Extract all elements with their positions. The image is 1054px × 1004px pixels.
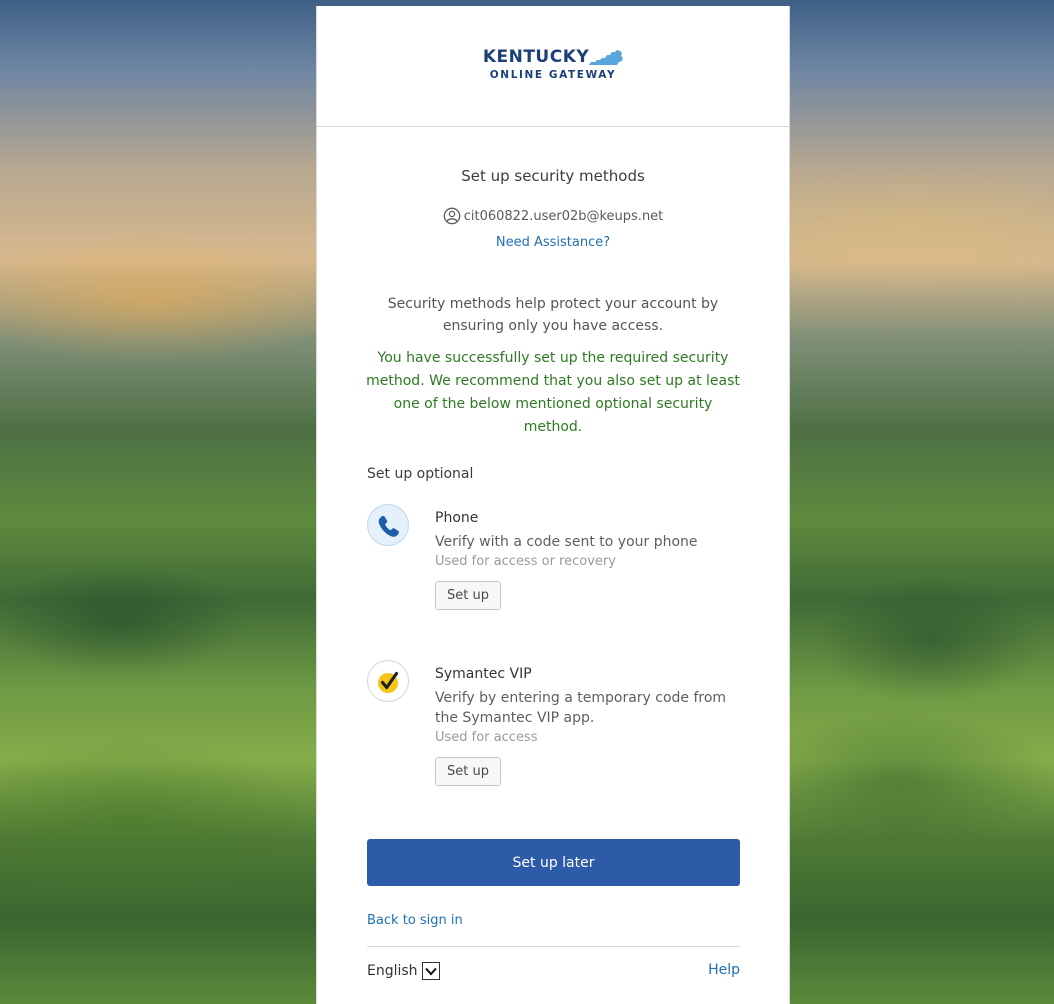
user-identity: cit060822.user02b@keups.net [317, 207, 789, 225]
logo-word: KENTUCKY [482, 46, 590, 67]
user-email: cit060822.user02b@keups.net [463, 208, 664, 224]
back-to-sign-in-link[interactable]: Back to sign in [367, 913, 463, 928]
optional-heading: Set up optional [367, 466, 474, 482]
kentucky-state-icon [589, 49, 624, 65]
symantec-setup-button[interactable]: Set up [435, 757, 501, 786]
success-message: You have successfully set up the require… [366, 350, 740, 435]
method-name: Phone [435, 510, 479, 526]
symantec-checkmark-icon [367, 660, 409, 702]
phone-icon [367, 504, 409, 546]
need-assistance-link[interactable]: Need Assistance? [317, 235, 789, 250]
user-icon [443, 207, 461, 225]
phone-setup-button[interactable]: Set up [435, 581, 501, 610]
method-name: Symantec VIP [435, 666, 532, 682]
method-usage: Used for access or recovery [435, 554, 616, 569]
logo-subtitle: ONLINE GATEWAY [489, 68, 617, 81]
page-title: Set up security methods [461, 167, 645, 185]
card-footer: English Help [367, 946, 740, 997]
set-up-later-button[interactable]: Set up later [367, 839, 740, 886]
language-label: English [367, 963, 418, 979]
chevron-down-icon[interactable] [421, 962, 440, 980]
setup-card: KENTUCKY ONLINE GATEWAY Set up security … [316, 6, 790, 1004]
security-description: Security methods help protect your accou… [387, 296, 719, 334]
method-usage: Used for access [435, 730, 538, 745]
kentucky-online-gateway-logo: KENTUCKY ONLINE GATEWAY [482, 46, 624, 81]
method-description: Verify with a code sent to your phone [435, 534, 698, 550]
method-description: Verify by entering a temporary code from… [435, 690, 727, 726]
language-selector[interactable]: English [367, 962, 440, 980]
help-link[interactable]: Help [708, 962, 740, 978]
card-header: KENTUCKY ONLINE GATEWAY [317, 6, 789, 127]
